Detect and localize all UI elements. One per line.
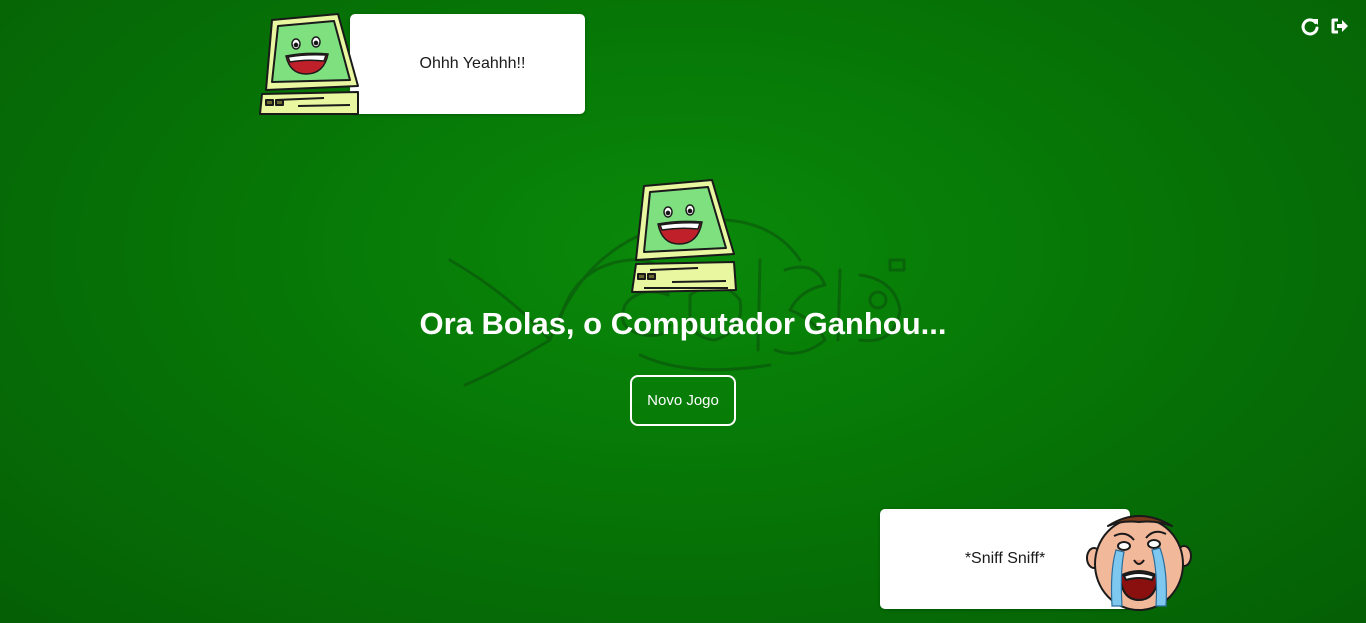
player-speech-text: *Sniff Sniff* bbox=[964, 550, 1046, 567]
computer-speech-text: Ohhh Yeahhh!! bbox=[419, 55, 526, 72]
crying-player-avatar-icon bbox=[1086, 515, 1192, 611]
logout-icon[interactable] bbox=[1330, 16, 1350, 36]
top-controls bbox=[1300, 16, 1350, 36]
computer-speech-bubble: Ohhh Yeahhh!! bbox=[350, 14, 585, 114]
computer-avatar-icon bbox=[259, 13, 359, 115]
restart-icon[interactable] bbox=[1300, 16, 1320, 36]
winner-computer-icon bbox=[631, 179, 737, 293]
result-title: Ora Bolas, o Computador Ganhou... bbox=[419, 306, 947, 341]
new-game-button[interactable]: Novo Jogo bbox=[630, 375, 736, 426]
